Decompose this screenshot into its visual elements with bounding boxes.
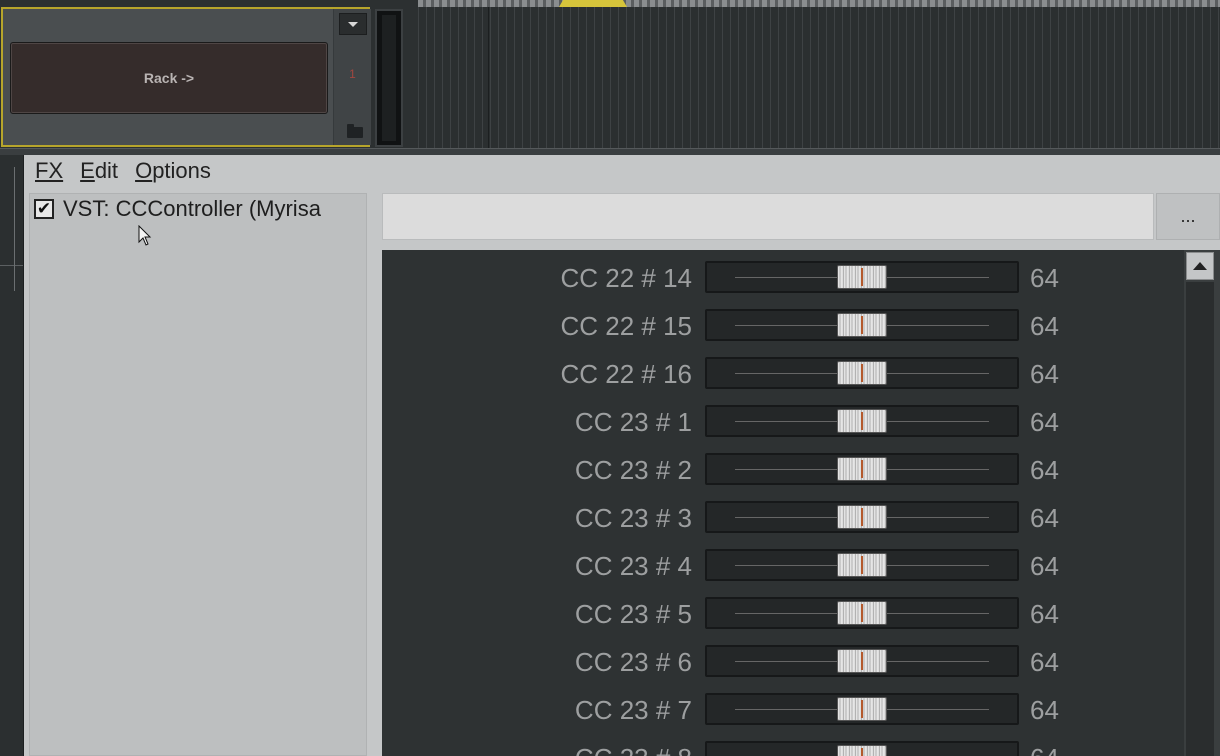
timeline-grid[interactable] (418, 0, 1220, 155)
param-row: CC 23 # 7 64 (382, 685, 1182, 733)
menu-edit-mnemonic: E (80, 158, 95, 183)
param-slider[interactable] (705, 261, 1019, 293)
param-slider[interactable] (705, 597, 1019, 629)
param-row: CC 23 # 5 64 (382, 589, 1182, 637)
param-value: 64 (1030, 359, 1059, 389)
timeline-divider (488, 7, 489, 155)
param-row: CC 23 # 1 64 (382, 397, 1182, 445)
param-label: CC 22 # 15 (560, 311, 692, 341)
left-strip (0, 155, 24, 756)
param-label: CC 23 # 6 (574, 647, 692, 677)
param-row: CC 22 # 14 64 (382, 253, 1182, 301)
param-label: CC 23 # 3 (574, 503, 692, 533)
param-value: 64 (1030, 311, 1059, 341)
slider-thumb[interactable] (837, 745, 887, 756)
arrange-view: Rack -> 1 (0, 0, 1220, 155)
menu-bar: FX Edit Options (24, 155, 1220, 187)
track-number: 1 (349, 67, 356, 81)
preset-more-button[interactable]: ... (1156, 193, 1220, 240)
track-sidebar: 1 (333, 9, 371, 145)
fx-window: FX Edit Options ✔ VST: CCController (Myr… (24, 155, 1220, 756)
fx-name: VST: CCController (Myrisa (63, 196, 321, 221)
param-label: CC 23 # 8 (575, 743, 692, 756)
track-vu-meter (375, 9, 403, 147)
param-row: CC 22 # 15 64 (382, 301, 1182, 349)
slider-thumb[interactable] (837, 505, 887, 529)
vertical-scrollbar[interactable] (1184, 250, 1220, 756)
param-slider[interactable] (705, 405, 1019, 437)
param-row: CC 23 # 4 64 (382, 541, 1182, 589)
param-value: 64 (1030, 455, 1059, 485)
param-value: 64 (1030, 503, 1059, 533)
param-value: 64 (1030, 263, 1059, 293)
slider-thumb[interactable] (837, 553, 887, 577)
scrollbar-track[interactable] (1186, 282, 1214, 756)
param-label: CC 22 # 16 (560, 359, 692, 389)
plugin-parameter-panel: CC 22 # 14 64 CC 22 # 15 64 CC 22 # 16 64 CC 2… (382, 250, 1220, 756)
param-value: 64 (1030, 647, 1059, 677)
param-label: CC 23 # 1 (574, 407, 692, 437)
slider-thumb[interactable] (837, 649, 887, 673)
folder-icon[interactable] (347, 124, 363, 138)
param-value: 64 (1030, 695, 1059, 725)
param-value: 64 (1030, 551, 1059, 581)
slider-thumb[interactable] (837, 409, 887, 433)
chevron-down-icon[interactable] (339, 13, 367, 35)
param-label: CC 23 # 4 (574, 551, 692, 581)
rack-button[interactable]: Rack -> (10, 42, 328, 114)
param-slider[interactable] (705, 693, 1019, 725)
param-slider[interactable] (705, 453, 1019, 485)
slider-thumb[interactable] (837, 361, 887, 385)
param-label: CC 23 # 5 (574, 599, 692, 629)
menu-options-label: ptions (152, 158, 211, 183)
preset-field[interactable] (382, 193, 1154, 240)
param-label: CC 23 # 2 (574, 455, 692, 485)
slider-thumb[interactable] (837, 457, 887, 481)
param-slider[interactable] (705, 549, 1019, 581)
param-row: CC 23 # 6 64 (382, 637, 1182, 685)
param-label: CC 22 # 14 (560, 263, 692, 293)
param-value: 64 (1030, 407, 1059, 437)
param-slider[interactable] (705, 645, 1019, 677)
menu-edit-label: dit (94, 158, 119, 183)
param-slider[interactable] (705, 309, 1019, 341)
track-divider (0, 148, 1220, 155)
menu-options[interactable]: Options (135, 158, 211, 184)
loop-region-marker[interactable] (559, 0, 627, 7)
slider-thumb[interactable] (837, 313, 887, 337)
fx-chain-item[interactable]: ✔ VST: CCController (Myrisa (30, 194, 321, 224)
param-row: CC 22 # 16 64 (382, 349, 1182, 397)
param-row: CC 23 # 8 64 (382, 733, 1182, 756)
fx-chain-list[interactable]: ✔ VST: CCController (Myrisa (29, 193, 367, 756)
param-slider[interactable] (705, 357, 1019, 389)
param-row: CC 23 # 2 64 (382, 445, 1182, 493)
menu-options-mnemonic: O (135, 158, 153, 183)
scroll-up-arrow-icon[interactable] (1186, 252, 1214, 280)
menu-fx-label: FX (35, 158, 64, 183)
param-value: 64 (1030, 599, 1059, 629)
slider-thumb[interactable] (837, 697, 887, 721)
param-value: 64 (1030, 743, 1059, 756)
track-header[interactable]: Rack -> 1 (1, 7, 371, 147)
param-slider[interactable] (705, 741, 1019, 756)
menu-edit[interactable]: Edit (80, 158, 118, 184)
slider-thumb[interactable] (837, 265, 887, 289)
param-slider[interactable] (705, 501, 1019, 533)
param-row: CC 23 # 3 64 (382, 493, 1182, 541)
fx-enable-checkbox[interactable]: ✔ (34, 199, 54, 219)
slider-thumb[interactable] (837, 601, 887, 625)
param-label: CC 23 # 7 (574, 695, 692, 725)
mouse-pointer-icon (138, 225, 152, 246)
timeline-ruler[interactable] (418, 0, 1220, 7)
menu-fx[interactable]: FX (35, 158, 63, 184)
